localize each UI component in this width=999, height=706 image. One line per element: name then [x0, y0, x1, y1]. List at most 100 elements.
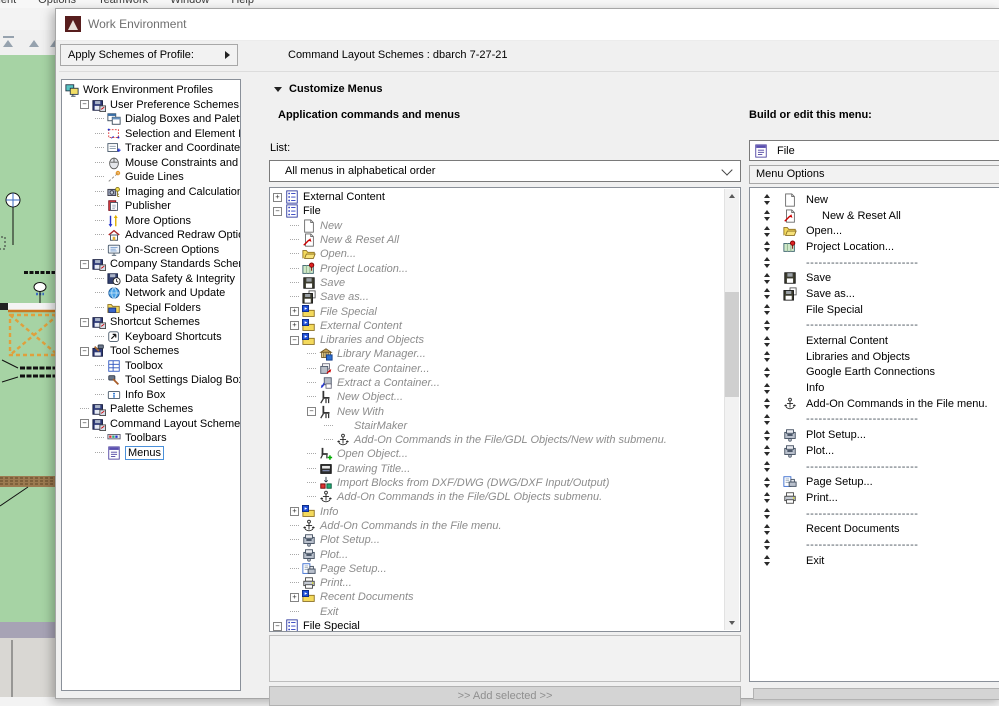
tree-item-print[interactable]: Print... — [270, 576, 725, 590]
tree-item-file-special[interactable]: − File Special — [270, 619, 725, 631]
collapse-box-icon[interactable]: − — [273, 621, 282, 631]
reorder-handle-icon[interactable] — [762, 366, 771, 378]
scroll-up-icon[interactable] — [725, 189, 739, 203]
tree-item-recent-documents[interactable]: + Recent Documents — [270, 590, 725, 604]
tree-item-page-setup[interactable]: Page Setup... — [270, 562, 725, 576]
menu-item-save[interactable]: Save — [750, 270, 999, 286]
menu-item-print[interactable]: Print... — [750, 490, 999, 506]
collapse-box-icon[interactable]: − — [80, 419, 89, 429]
reorder-handle-icon[interactable] — [762, 555, 771, 567]
section-customize-menus[interactable]: Customize Menus — [274, 83, 383, 95]
menu-item-plot[interactable]: Plot... — [750, 443, 999, 459]
tree-item-create-container[interactable]: Create Container... — [270, 362, 725, 376]
expand-box-icon[interactable]: + — [290, 507, 299, 517]
menu-item-file-special[interactable]: File Special — [750, 302, 999, 318]
tree-item-tracker-and-coordinate-input[interactable]: Tracker and Coordinate Input — [62, 141, 240, 156]
tree-item-tool-schemes[interactable]: − Tool Schemes — [62, 344, 240, 359]
tree-item-new-object[interactable]: New Object... — [270, 390, 725, 404]
tree-item-network-and-update[interactable]: Network and Update — [62, 286, 240, 301]
tree-item-external-content[interactable]: + External Content — [270, 319, 725, 333]
expand-box-icon[interactable]: + — [273, 192, 282, 202]
reorder-handle-icon[interactable] — [762, 539, 771, 551]
collapse-box-icon[interactable]: − — [290, 335, 299, 345]
dialog-titlebar[interactable]: Work Environment — [56, 9, 999, 41]
reorder-handle-icon[interactable] — [762, 492, 771, 504]
tree-item-shortcut-schemes[interactable]: − Shortcut Schemes — [62, 315, 240, 330]
tree-item-more-options[interactable]: More Options — [62, 214, 240, 229]
reorder-handle-icon[interactable] — [762, 445, 771, 457]
reorder-handle-icon[interactable] — [762, 523, 771, 535]
reorder-handle-icon[interactable] — [762, 225, 771, 237]
menu-separator-row[interactable]: --------------------------- — [750, 506, 999, 522]
scroll-down-icon[interactable] — [725, 616, 739, 630]
tree-item-open[interactable]: Open... — [270, 247, 725, 261]
tree-item-new-with[interactable]: − New With — [270, 404, 725, 418]
apply-schemes-of-profile-button[interactable]: Apply Schemes of Profile: — [60, 44, 238, 66]
reorder-handle-icon[interactable] — [762, 335, 771, 347]
menu-item-libraries-and-objects[interactable]: Libraries and Objects — [750, 349, 999, 365]
tree-item-save[interactable]: Save — [270, 276, 725, 290]
reorder-handle-icon[interactable] — [762, 288, 771, 300]
tree-item-stairmaker[interactable]: StairMaker — [270, 419, 725, 433]
menu-item-exit[interactable]: Exit — [750, 553, 999, 569]
reorder-handle-icon[interactable] — [762, 194, 771, 206]
menubar-item-window[interactable]: Window — [170, 0, 209, 6]
collapse-box-icon[interactable]: − — [273, 206, 282, 216]
reorder-handle-icon[interactable] — [762, 319, 771, 331]
reorder-handle-icon[interactable] — [762, 398, 771, 410]
scrollbar[interactable] — [724, 189, 739, 630]
scrollbar-thumb[interactable] — [725, 292, 739, 397]
arrow-up-icon[interactable] — [3, 40, 13, 47]
menu-options-button[interactable]: Menu Options — [749, 165, 999, 184]
collapse-box-icon[interactable]: − — [307, 407, 316, 417]
collapse-box-icon[interactable]: − — [80, 259, 89, 269]
menubar-item-document[interactable]: Document — [0, 0, 16, 6]
tree-item-guide-lines[interactable]: Guide Lines — [62, 170, 240, 185]
reorder-handle-icon[interactable] — [762, 476, 771, 488]
tree-item-mouse-constraints-and-methods[interactable]: Mouse Constraints and Methods — [62, 156, 240, 171]
tree-item-special-folders[interactable]: Special Folders — [62, 301, 240, 316]
expand-box-icon[interactable]: + — [290, 592, 299, 602]
tree-item-info-box[interactable]: Info Box — [62, 388, 240, 403]
menu-item-project-location[interactable]: Project Location... — [750, 239, 999, 255]
tree-item-import-blocks-from-dxf-dwg-dwg-dxf-inp[interactable]: Import Blocks from DXF/DWG (DWG/DXF Inpu… — [270, 476, 725, 490]
tree-item-imaging-and-calculation[interactable]: Imaging and Calculation — [62, 185, 240, 200]
tree-item-info[interactable]: + Info — [270, 505, 725, 519]
tree-item-exit[interactable]: Exit — [270, 605, 725, 619]
tree-item-new[interactable]: New — [270, 219, 725, 233]
expand-box-icon[interactable]: + — [290, 321, 299, 331]
reorder-handle-icon[interactable] — [762, 272, 771, 284]
tree-item-work-environment-profiles[interactable]: Work Environment Profiles — [62, 83, 240, 98]
reorder-handle-icon[interactable] — [762, 508, 771, 520]
tree-item-company-standards-schemes[interactable]: − Company Standards Schemes — [62, 257, 240, 272]
reorder-handle-icon[interactable] — [762, 210, 771, 222]
menubar-item-options[interactable]: Options — [38, 0, 76, 6]
tree-item-save-as[interactable]: Save as... — [270, 290, 725, 304]
tree-item-new-reset-all[interactable]: New & Reset All — [270, 233, 725, 247]
tree-item-toolbars[interactable]: Toolbars — [62, 431, 240, 446]
tree-item-add-on-commands-in-the-file-gdl-object[interactable]: Add-On Commands in the File/GDL Objects/… — [270, 433, 725, 447]
tree-item-data-safety-integrity[interactable]: Data Safety & Integrity — [62, 272, 240, 287]
expand-box-icon[interactable]: + — [290, 307, 299, 317]
reorder-handle-icon[interactable] — [762, 382, 771, 394]
menu-item-plot-setup[interactable]: Plot Setup... — [750, 427, 999, 443]
menu-list-dropdown[interactable]: All menus in alphabetical order — [269, 160, 741, 182]
menu-separator-row[interactable]: --------------------------- — [750, 318, 999, 334]
reorder-handle-icon[interactable] — [762, 413, 771, 425]
reorder-handle-icon[interactable] — [762, 241, 771, 253]
reorder-handle-icon[interactable] — [762, 461, 771, 473]
tree-item-open-object[interactable]: Open Object... — [270, 447, 725, 461]
menubar-item-help[interactable]: Help — [231, 0, 254, 6]
tree-item-add-on-commands-in-the-file-gdl-object[interactable]: Add-On Commands in the File/GDL Objects … — [270, 490, 725, 504]
menu-item-open[interactable]: Open... — [750, 223, 999, 239]
collapse-box-icon[interactable]: − — [80, 317, 89, 327]
menu-name-field[interactable]: File — [749, 140, 999, 161]
menu-item-new[interactable]: New — [750, 192, 999, 208]
add-selected-button[interactable]: >> Add selected >> — [269, 686, 741, 706]
tree-item-file[interactable]: − File — [270, 204, 725, 218]
tree-item-extract-a-container[interactable]: Extract a Container... — [270, 376, 725, 390]
tree-item-project-location[interactable]: Project Location... — [270, 261, 725, 275]
tree-item-external-content[interactable]: + External Content — [270, 190, 725, 204]
tree-item-file-special[interactable]: + File Special — [270, 304, 725, 318]
tree-item-on-screen-options[interactable]: On-Screen Options — [62, 243, 240, 258]
